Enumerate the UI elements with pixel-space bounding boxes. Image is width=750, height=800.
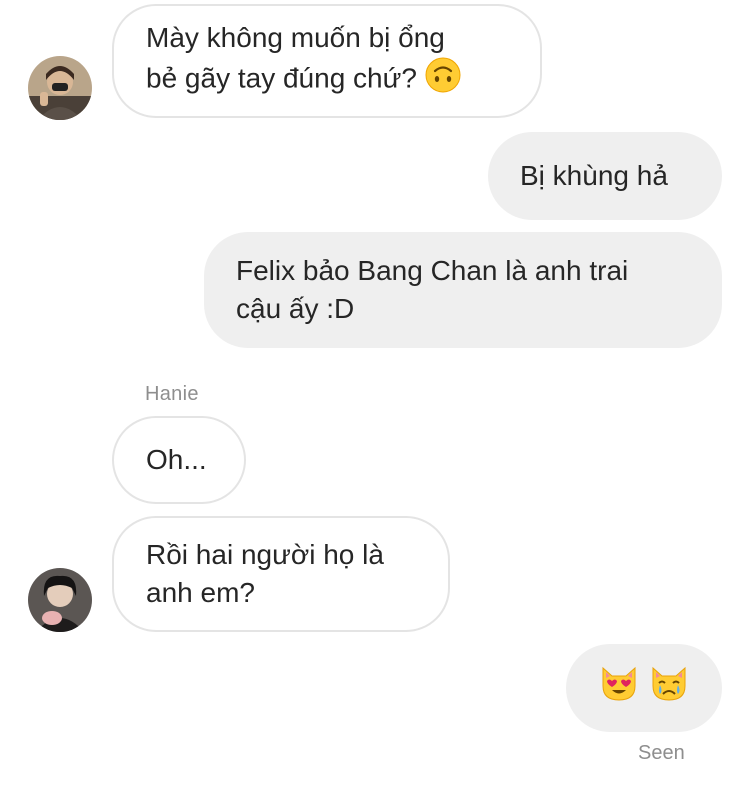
outgoing-emoji-bubble[interactable] — [566, 644, 722, 732]
seen-status: Seen — [638, 742, 685, 764]
message-line: Bị khùng hả — [520, 160, 668, 191]
message-line: bẻ gãy tay đúng chứ? — [146, 62, 417, 94]
message-line: Felix bảo Bang Chan là anh trai — [236, 255, 629, 286]
incoming-message-bubble[interactable]: Mày không muốn bị ổng bẻ gãy tay đúng ch… — [112, 4, 542, 118]
outgoing-message-bubble[interactable]: Felix bảo Bang Chan là anh trai cậu ấy :… — [204, 232, 722, 348]
crying-cat-emoji — [649, 664, 689, 712]
sender-name-label: Hanie — [145, 383, 199, 405]
incoming-message-bubble[interactable]: Rồi hai người họ là anh em? — [112, 516, 450, 632]
message-line: Rồi hai người họ là — [146, 539, 384, 570]
message-line: Mày không muốn bị ổng — [146, 22, 445, 53]
avatar-sender-2[interactable] — [28, 568, 92, 632]
avatar-sender-1[interactable] — [28, 56, 92, 120]
heart-eyes-cat-emoji — [599, 664, 639, 712]
message-line: anh em? — [146, 577, 255, 608]
message-line: cậu ấy :D — [236, 293, 355, 324]
message-line: Oh... — [146, 444, 207, 475]
upside-down-face-emoji — [425, 57, 461, 103]
avatar-photo-2 — [28, 568, 92, 632]
outgoing-message-bubble[interactable]: Bị khùng hả — [488, 132, 722, 220]
message-line-with-emoji: bẻ gãy tay đúng chứ? — [146, 57, 508, 103]
incoming-message-bubble[interactable]: Oh... — [112, 416, 246, 504]
avatar-photo-1 — [28, 56, 92, 120]
